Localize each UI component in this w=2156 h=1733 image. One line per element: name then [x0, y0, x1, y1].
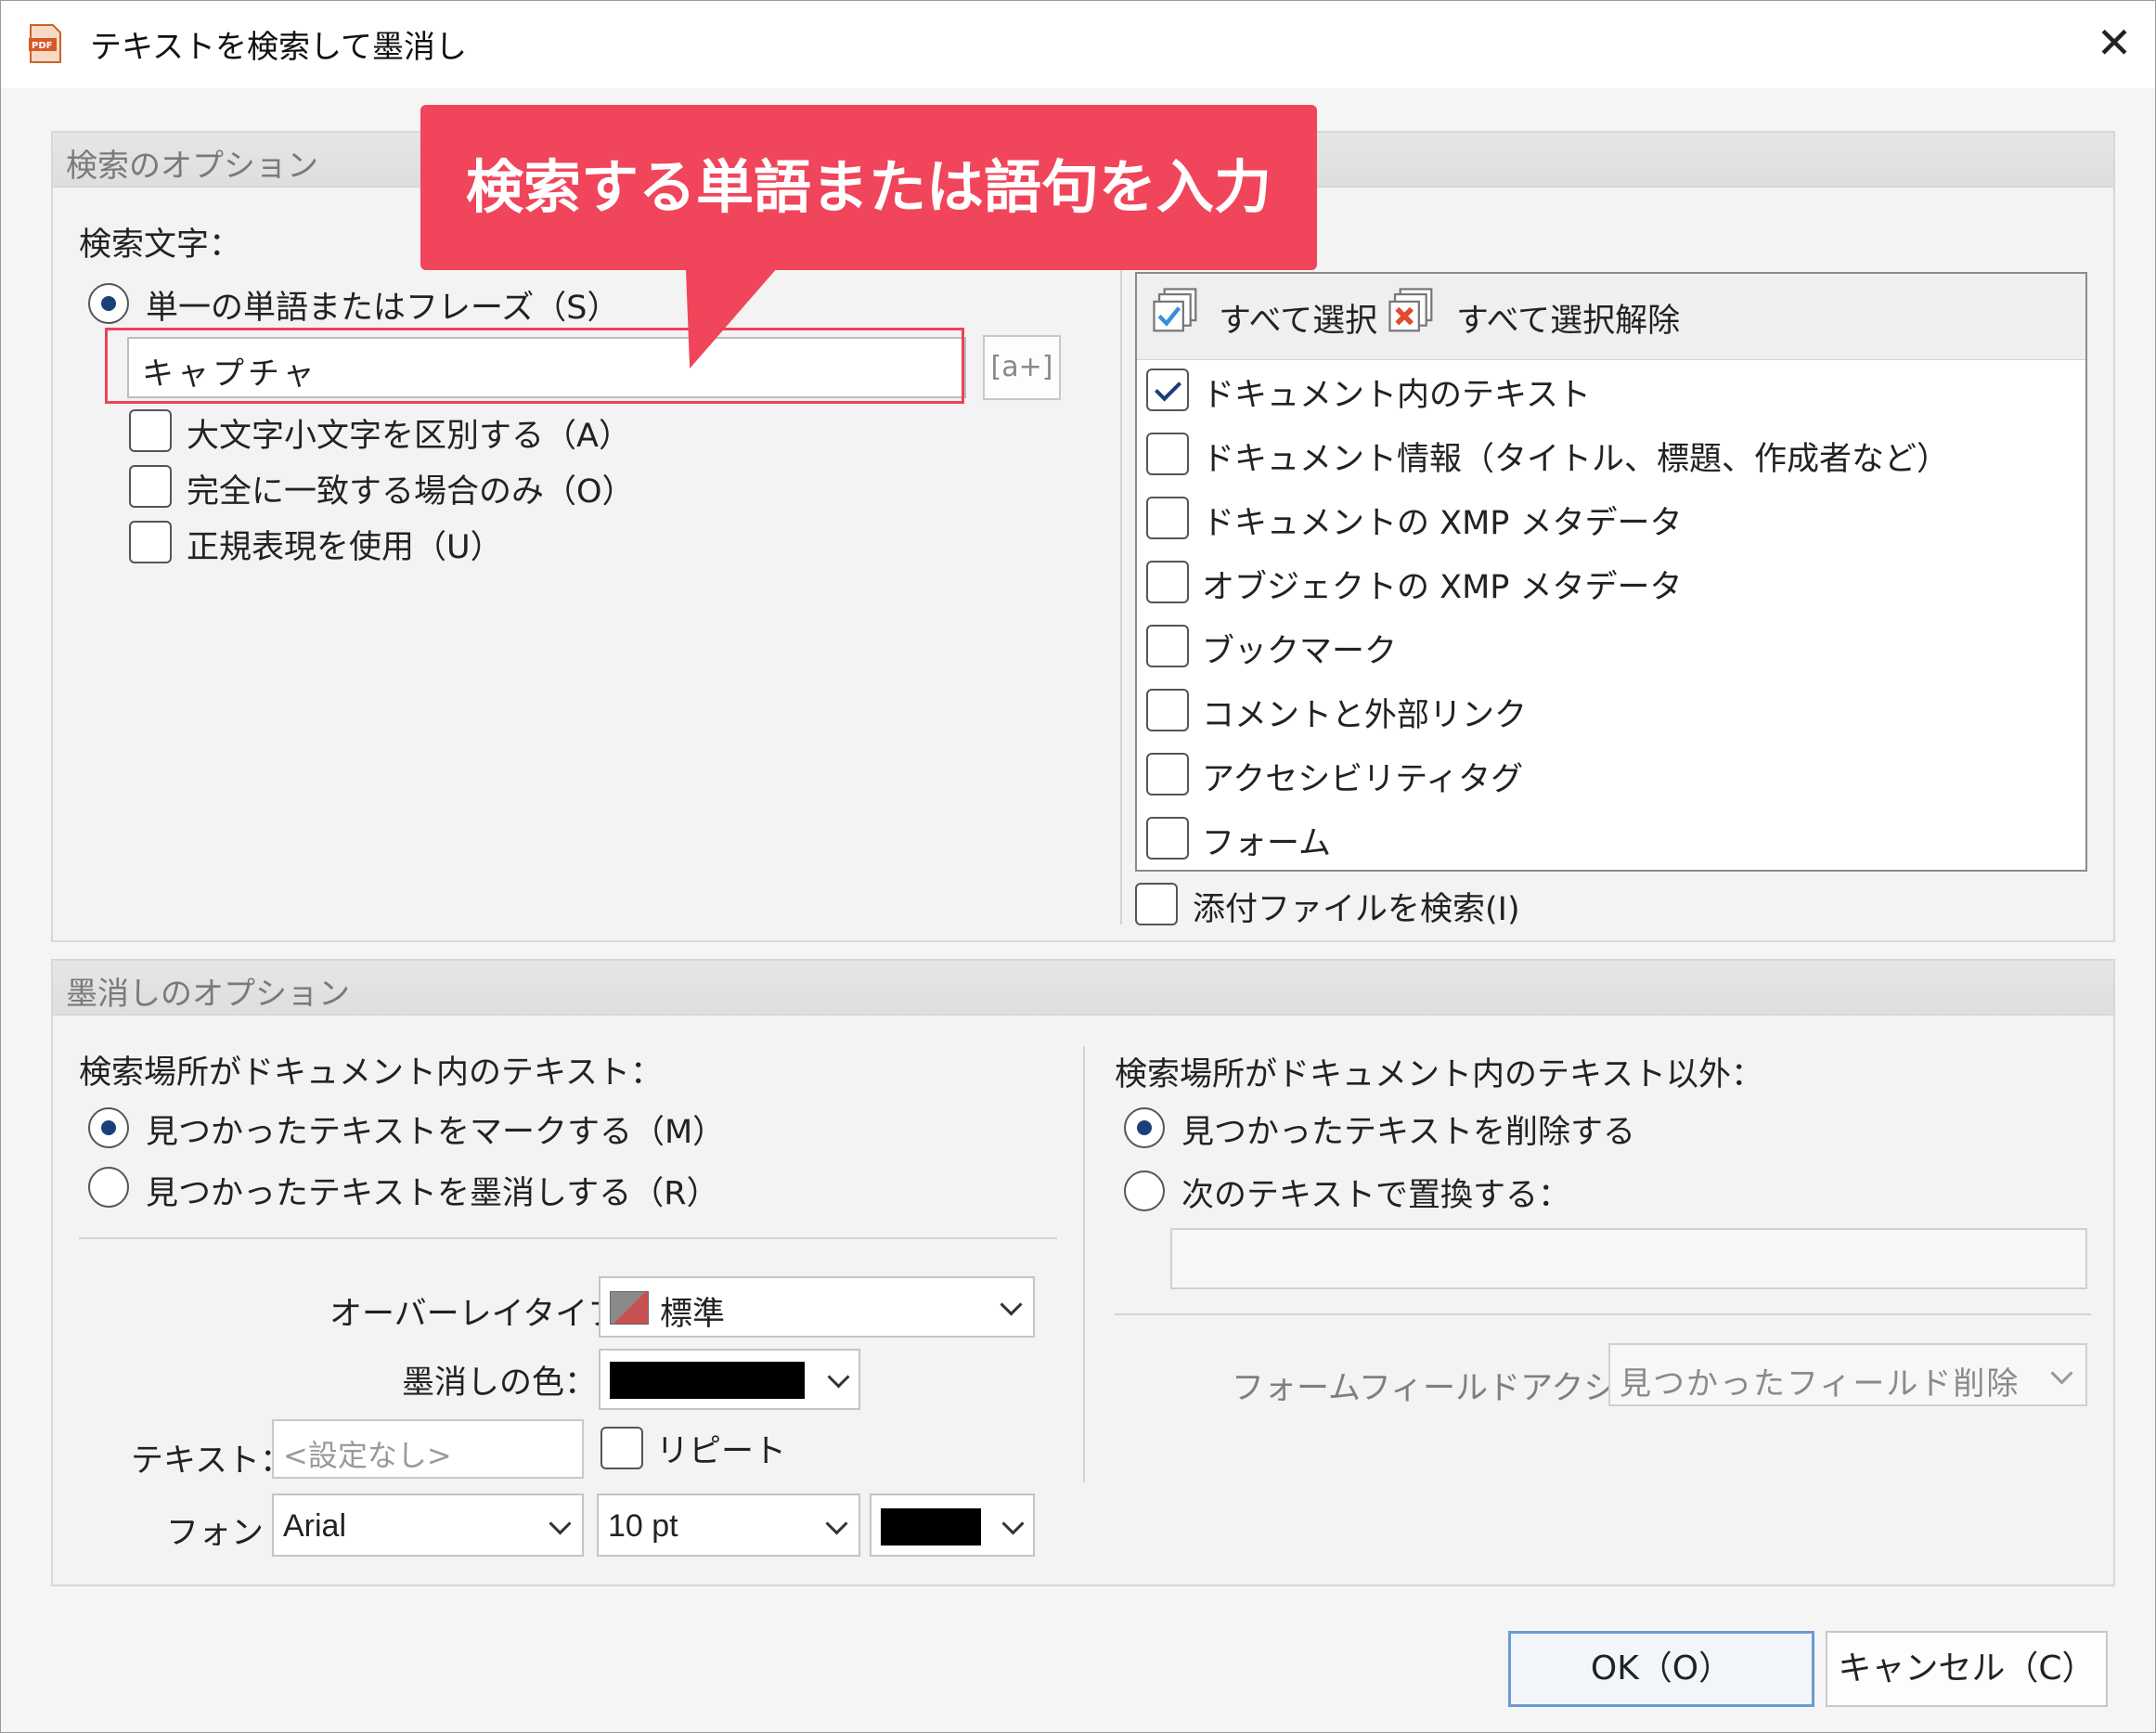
pdf-app-icon: PDF [29, 24, 61, 63]
repeat-label: リピート [656, 1433, 787, 1470]
chevron-down-icon [2050, 1362, 2073, 1385]
overlay-type-dropdown[interactable]: 標準 [599, 1276, 1035, 1338]
scope-checkbox-forms[interactable] [1146, 817, 1189, 860]
redact-found-text-radio[interactable] [88, 1167, 129, 1208]
delete-found-text-label: 見つかったテキストを削除する [1181, 1114, 1635, 1151]
overlay-swatch-icon [610, 1291, 649, 1325]
redaction-column-divider [1083, 1046, 1085, 1482]
font-family-dropdown[interactable]: Arial [272, 1494, 584, 1557]
font-size-value: 10 pt [608, 1508, 678, 1544]
left-redaction-divider [79, 1237, 1057, 1239]
scope-checkbox-accessibility-tags[interactable] [1146, 753, 1189, 795]
repeat-checkbox[interactable] [600, 1427, 643, 1469]
font-family-value: Arial [283, 1508, 347, 1544]
ok-button[interactable]: OK（O） [1508, 1631, 1814, 1707]
redaction-color-label: 墨消しの色： [402, 1364, 598, 1402]
overlay-type-value: 標準 [660, 1296, 726, 1333]
scope-item-label: コメントと外部リンク [1202, 697, 1528, 734]
font-size-dropdown[interactable]: 10 pt [597, 1494, 860, 1557]
instruction-callout: 検索する単語または語句を入力 [420, 105, 1317, 270]
title-bar: PDF テキストを検索して墨消し ✕ [1, 1, 2155, 88]
svg-text:PDF: PDF [32, 41, 52, 51]
deselect-all-label[interactable]: すべて選択解除 [1456, 294, 1680, 342]
search-options-divider [1120, 270, 1122, 925]
scope-item-label: オブジェクトの XMP メタデータ [1202, 569, 1683, 606]
single-word-radio[interactable] [88, 283, 129, 324]
chevron-down-icon [1000, 1293, 1023, 1316]
select-all-label[interactable]: すべて選択 [1219, 294, 1377, 342]
scope-item-label: ドキュメントの XMP メタデータ [1202, 505, 1683, 542]
in-text-header: 検索場所がドキュメント内のテキスト： [79, 1054, 663, 1092]
search-options-title: 検索のオプション [66, 148, 318, 185]
mark-found-text-radio[interactable] [88, 1107, 129, 1148]
right-redaction-divider [1115, 1313, 2091, 1315]
case-sensitive-label: 大文字小文字を区別する（A） [187, 418, 631, 455]
redact-found-text-label: 見つかったテキストを墨消しする（R） [146, 1175, 719, 1212]
select-all-icon[interactable] [1150, 285, 1202, 337]
whole-word-label: 完全に一致する場合のみ（O） [187, 473, 635, 511]
overlay-text-input[interactable]: <設定なし> [272, 1419, 584, 1479]
search-input-highlight [105, 328, 964, 404]
group-header: 墨消しのオプション [53, 961, 2113, 1015]
form-field-action-dropdown[interactable]: 見つかったフィールド削除 [1608, 1343, 2087, 1406]
redaction-color-dropdown[interactable] [599, 1349, 860, 1410]
search-attachments-checkbox[interactable] [1135, 883, 1178, 925]
scope-checkbox-bookmarks[interactable] [1146, 625, 1189, 667]
callout-text: 検索する単語または語句を入力 [465, 153, 1272, 221]
search-text-label: 検索文字： [79, 226, 242, 264]
replace-text-input[interactable] [1170, 1228, 2087, 1289]
case-sensitive-checkbox[interactable] [129, 409, 172, 452]
scope-checkbox-document-info[interactable] [1146, 433, 1189, 475]
whole-word-checkbox[interactable] [129, 465, 172, 508]
font-color-swatch [881, 1508, 981, 1545]
regex-label: 正規表現を使用（U） [187, 529, 503, 566]
scope-checkbox-document-text[interactable] [1146, 369, 1189, 411]
scope-checkbox-document-xmp[interactable] [1146, 497, 1189, 539]
chevron-down-icon [549, 1512, 572, 1535]
outside-text-header: 検索場所がドキュメント内のテキスト以外： [1115, 1056, 1763, 1093]
scope-item-label: フォーム [1202, 825, 1331, 862]
scope-item-label: アクセシビリティタグ [1202, 761, 1524, 798]
replace-text-radio[interactable] [1124, 1170, 1165, 1211]
scope-item-label: ドキュメント内のテキスト [1202, 377, 1591, 414]
find-redact-dialog: PDF テキストを検索して墨消し ✕ 検索のオプション 検索文字： 単一の単語ま… [0, 0, 2156, 1733]
single-word-radio-label: 単一の単語またはフレーズ（S） [146, 290, 620, 327]
close-icon[interactable]: ✕ [2089, 18, 2139, 68]
form-field-action-value: 見つかったフィールド削除 [1620, 1365, 2020, 1403]
deselect-all-icon[interactable] [1386, 285, 1438, 337]
search-attachments-label: 添付ファイルを検索(I) [1193, 891, 1520, 928]
font-color-dropdown[interactable] [870, 1494, 1035, 1557]
chevron-down-icon [825, 1512, 848, 1535]
chevron-down-icon [1001, 1512, 1025, 1535]
scope-checkbox-comments-links[interactable] [1146, 689, 1189, 731]
regex-checkbox[interactable] [129, 521, 172, 563]
overlay-text-placeholder: <設定なし> [283, 1438, 452, 1473]
mark-found-text-label: 見つかったテキストをマークする（M） [146, 1114, 726, 1151]
scope-item-label: ドキュメント情報（タイトル、標題、作成者など） [1202, 441, 1950, 478]
chevron-down-icon [827, 1365, 850, 1389]
redaction-options-title: 墨消しのオプション [66, 976, 350, 1013]
regex-helper-button[interactable]: [a+] [983, 335, 1061, 400]
replace-text-label: 次のテキストで置換する： [1181, 1177, 1570, 1214]
scope-item-label: ブックマーク [1202, 633, 1398, 670]
delete-found-text-radio[interactable] [1124, 1107, 1165, 1148]
cancel-button[interactable]: キャンセル（C） [1826, 1631, 2108, 1707]
redaction-color-swatch [610, 1362, 805, 1399]
scope-checkbox-object-xmp[interactable] [1146, 561, 1189, 603]
window-title: テキストを検索して墨消し [90, 29, 467, 66]
overlay-text-label: テキスト： [131, 1442, 292, 1480]
